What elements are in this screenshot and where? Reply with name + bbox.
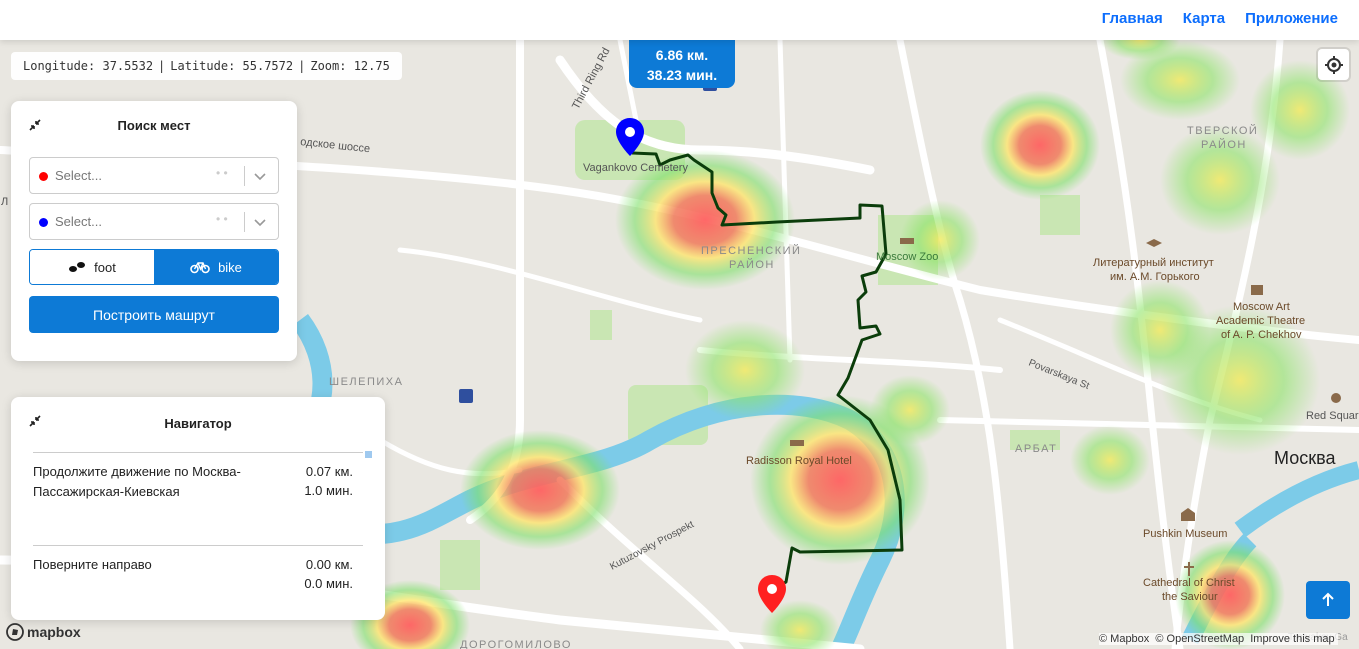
label-side: Л (1, 196, 8, 208)
label-red-square: Red Squar (1306, 410, 1359, 422)
loading-dots-icon: • • (216, 166, 228, 180)
step-time: 1.0 мин. (304, 483, 353, 498)
mode-bike-button[interactable]: bike (154, 250, 278, 284)
map-attribution: © Mapbox © OpenStreetMap Improve this ma… (1099, 633, 1338, 645)
bicycle-icon (190, 262, 210, 274)
geolocate-button[interactable] (1318, 49, 1349, 80)
nav-link-home[interactable]: Главная (1102, 10, 1163, 27)
label-zoo: Moscow Zoo (876, 251, 938, 263)
label-christ-2: the Saviour (1162, 591, 1218, 603)
navigator-panel-title: Навигатор (164, 416, 232, 431)
blue-dot-icon (39, 218, 48, 227)
from-select[interactable]: Select... • • (29, 157, 279, 194)
scrollbar[interactable] (365, 451, 372, 458)
label-mat-1: Moscow Art (1233, 301, 1290, 313)
label-tver-2: РАЙОН (1201, 138, 1247, 151)
search-panel-title: Поиск мест (117, 118, 191, 133)
label-shelepikha: ШЕЛЕПИХА (329, 376, 403, 388)
arrow-up-icon (1322, 592, 1334, 606)
latitude-readout: Latitude: 55.7572 (170, 59, 294, 73)
step-instruction: Поверните направо (33, 557, 152, 572)
navigator-step-list: Продолжите движение по Москва-Пассажирск… (33, 452, 363, 605)
route-distance: 6.86 км. (655, 47, 709, 63)
step-metrics: 0.07 км. 1.0 мин. (303, 462, 353, 500)
mode-bike-label: bike (218, 259, 242, 275)
zoom-readout: Zoom: 12.75 (310, 59, 390, 73)
nav-link-map[interactable]: Карта (1183, 10, 1225, 27)
mode-foot-button[interactable]: foot (30, 250, 154, 284)
longitude-readout: Longitude: 37.5532 (23, 59, 154, 73)
mapbox-logo[interactable]: mapbox (6, 623, 81, 641)
route-summary: 6.86 км. 38.23 мин. (629, 40, 735, 88)
build-route-button[interactable]: Построить машрут (29, 296, 279, 333)
step-distance: 0.07 км. (305, 464, 353, 479)
loading-dots-icon: • • (216, 212, 228, 226)
top-navbar: Главная Карта Приложение (0, 0, 1359, 40)
mapbox-logo-text: mapbox (27, 624, 81, 640)
label-pushkin: Pushkin Museum (1143, 528, 1227, 540)
navigator-step: Поверните направо 0.00 км. 0.0 мин. (33, 545, 363, 605)
to-select-placeholder: Select... (55, 214, 102, 229)
travel-mode-toggle: foot bike (29, 249, 279, 285)
label-presnya-2: РАЙОН (729, 258, 775, 271)
footprints-icon (69, 262, 86, 272)
step-distance: 0.00 км. (305, 557, 353, 572)
to-select[interactable]: Select... • • (29, 203, 279, 240)
mapbox-icon (6, 623, 24, 641)
nav-links: Главная Карта Приложение (1102, 10, 1338, 27)
label-arbat: АРБАТ (1015, 443, 1057, 455)
select-divider (244, 212, 245, 232)
bed-icon (790, 440, 804, 446)
navigator-panel: Навигатор Продолжите движение по Москва-… (11, 397, 385, 620)
search-panel: Поиск мест Select... • • Select... • • f… (11, 101, 297, 361)
mode-foot-label: foot (94, 259, 116, 275)
coordinate-readout: Longitude: 37.5532 | Latitude: 55.7572 | Zoo… (11, 52, 402, 80)
label-dorogomilovo: ДОРОГОМИЛОВО (460, 639, 572, 649)
from-select-placeholder: Select... (55, 168, 102, 183)
scroll-to-top-button[interactable] (1306, 581, 1350, 619)
label-moskva: Москва (1274, 448, 1336, 468)
attribution-mapbox[interactable]: © Mapbox (1099, 633, 1149, 645)
step-metrics: 0.00 км. 0.0 мин. (283, 555, 353, 593)
theater-icon (1251, 285, 1263, 295)
zoo-icon (900, 238, 914, 244)
chevron-down-icon[interactable] (252, 168, 268, 184)
label-lit-2: им. А.М. Горького (1110, 271, 1200, 283)
label-mat-3: of A. P. Chekhov (1221, 329, 1302, 341)
label-christ-1: Cathedral of Christ (1143, 577, 1235, 589)
label-mat-2: Academic Theatre (1216, 315, 1305, 327)
label-radisson: Radisson Royal Hotel (746, 455, 852, 467)
metro-icon (459, 389, 473, 403)
crosshair-icon (1324, 55, 1343, 74)
chevron-down-icon[interactable] (252, 214, 268, 230)
red-dot-icon (39, 172, 48, 181)
label-tver-1: ТВЕРСКОЙ (1187, 124, 1258, 137)
navigator-step: Продолжите движение по Москва-Пассажирск… (33, 452, 363, 545)
label-lit-1: Литературный институт (1093, 257, 1214, 269)
route-time: 38.23 мин. (646, 67, 718, 83)
nav-link-app[interactable]: Приложение (1245, 10, 1338, 27)
step-instruction: Продолжите движение по Москва-Пассажирск… (33, 464, 241, 499)
label-presnya-1: ПРЕСНЕНСКИЙ (701, 244, 801, 257)
select-divider (244, 166, 245, 186)
attribution-improve[interactable]: Improve this map (1250, 633, 1334, 645)
camera-icon (1331, 393, 1341, 403)
step-time: 0.0 мин. (304, 576, 353, 591)
label-vagankovo: Vagankovo Cemetery (583, 162, 688, 174)
attribution-osm[interactable]: © OpenStreetMap (1155, 633, 1244, 645)
